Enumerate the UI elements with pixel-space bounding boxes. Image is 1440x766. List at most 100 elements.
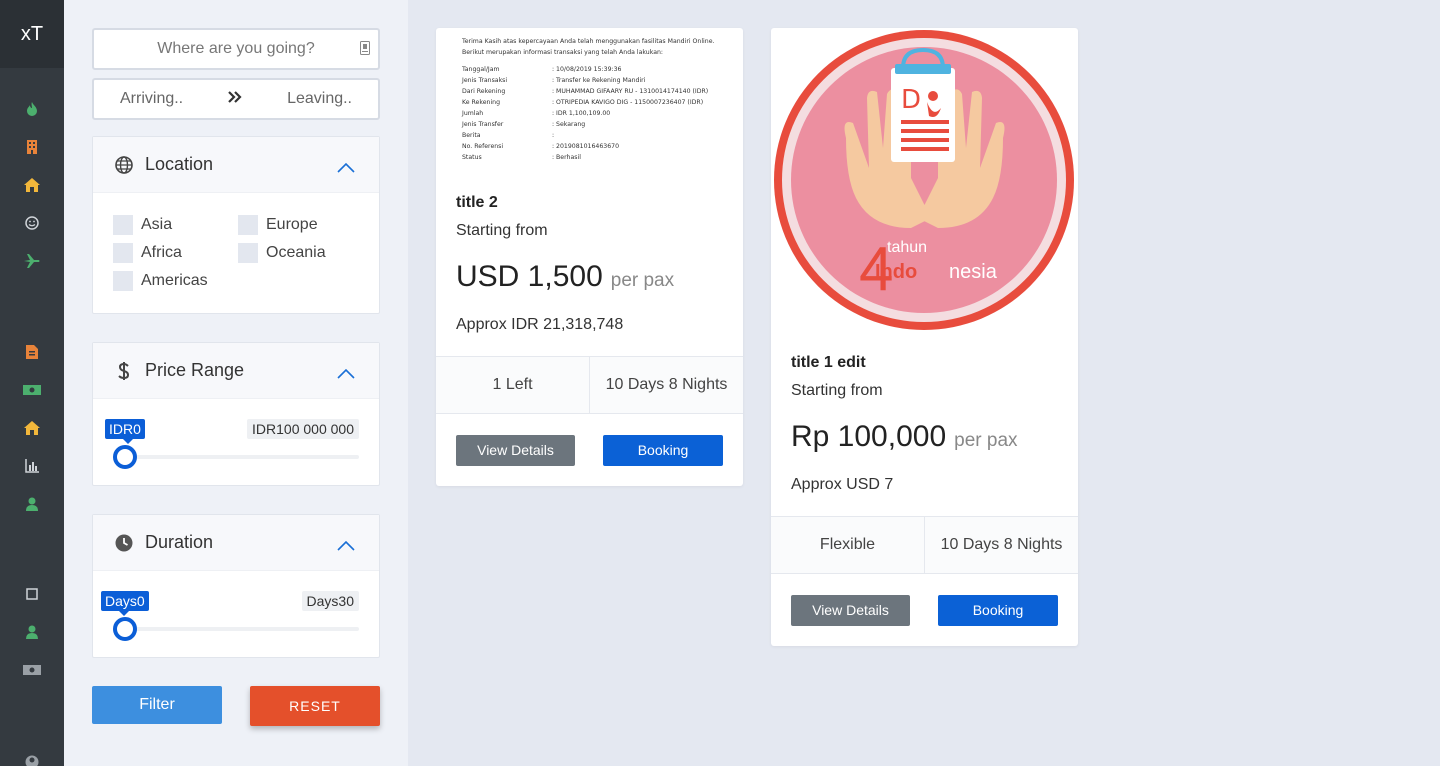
duration-header[interactable]: Duration [93,515,379,571]
plane-icon[interactable] [0,251,64,271]
user-icon[interactable] [0,622,64,642]
building-icon[interactable] [0,137,64,157]
package-meta: 1 Left 10 Days 8 Nights [436,356,743,414]
price-amount: Rp 100,000 [791,420,947,453]
filter-button[interactable]: Filter [92,686,222,724]
approx-price: Approx IDR 21,318,748 [456,316,624,333]
location-title: Location [145,154,214,174]
duration-filter: Duration Days0 Days30 [92,514,380,658]
region-list: Asia Europe Africa Oceania Americas [93,193,379,313]
region-checkbox-asia[interactable]: Asia [113,215,172,235]
price-max-label: IDR100 000 000 [247,419,359,439]
receipt-row: Jumlah: IDR 1,100,109.00 [462,110,611,117]
package-actions: View Details Booking [436,414,743,486]
price-slider-handle[interactable] [113,445,137,469]
leaving-field[interactable]: Leaving.. [287,90,352,108]
duration-slider-handle[interactable] [113,617,137,641]
fire-icon[interactable] [0,99,64,119]
package-meta: Flexible 10 Days 8 Nights [771,516,1078,574]
chevron-up-icon[interactable] [337,363,355,384]
globe-icon [115,155,133,174]
package-price: Rp 100,000 per pax [791,420,1058,454]
region-label: Americas [141,272,208,289]
receipt-row: Ke Rekening: OTRIPEDIA KAVIGO DIG - 1150… [462,99,704,106]
receipt-intro: Berikut merupakan informasi transaksi ya… [462,49,663,56]
duration-max-label: Days30 [301,591,359,611]
package-title[interactable]: title 2 [456,174,723,212]
receipt-row: Tanggal/Jam: 10/08/2019 15:39:36 [462,66,622,73]
home-icon[interactable] [0,418,64,438]
booking-button[interactable]: Booking [603,434,723,466]
receipt-intro: Terima Kasih atas kepercayaan Anda telah… [462,38,715,45]
money-bill-icon[interactable] [0,380,64,400]
checkbox[interactable] [238,215,258,235]
file-invoice-icon[interactable] [0,342,64,362]
price-min-label: IDR0 [105,419,145,444]
destination-search-input[interactable]: Where are you going? [92,28,380,70]
package-card: D 4 tahun Indo nesia title 1 edit Starti… [771,28,1078,646]
user-icon[interactable] [0,494,64,514]
search-placeholder: Where are you going? [157,40,315,57]
region-checkbox-africa[interactable]: Africa [113,243,182,263]
logo-word-indo: Indo [875,261,917,283]
dollar-icon [115,361,133,380]
chevron-up-icon[interactable] [337,535,355,556]
view-details-button[interactable]: View Details [456,434,575,466]
filter-panel: Where are you going? Arriving.. Leaving.… [64,0,408,766]
package-title[interactable]: title 1 edit [791,334,1058,372]
region-label: Europe [266,216,318,233]
price-amount: USD 1,500 [456,260,603,293]
receipt-content: Terima Kasih atas kepercayaan Anda telah… [462,36,714,163]
duration-slider-track[interactable] [119,627,359,631]
region-checkbox-oceania[interactable]: Oceania [238,243,326,263]
price-range-title: Price Range [145,360,245,380]
package-image-logo[interactable]: D 4 tahun Indo nesia [771,28,1078,334]
region-label: Africa [141,244,182,261]
calendar-icon[interactable] [360,41,370,60]
region-checkbox-europe[interactable]: Europe [238,215,318,235]
duration-slider[interactable]: Days0 Days30 [93,571,379,657]
anniversary-logo: D 4 tahun Indo nesia [774,30,1074,330]
price-slider[interactable]: IDR0 IDR100 000 000 [93,399,379,485]
brand-logo[interactable]: xT [0,0,64,68]
clock-icon [115,534,133,552]
square-icon[interactable] [0,584,64,604]
user-circle-icon[interactable] [0,752,64,766]
availability: 1 Left [436,357,590,413]
logo-word-nesia: nesia [949,261,998,283]
money-icon[interactable] [0,660,64,680]
package-body: title 2 Starting from USD 1,500 per pax … [436,174,743,334]
location-header[interactable]: Location [93,137,379,193]
price-unit: per pax [954,430,1018,451]
reset-button[interactable]: RESET [250,686,380,726]
checkbox[interactable] [113,215,133,235]
receipt-row: No. Referensi: 2019081016463670 [462,143,620,150]
arriving-field[interactable]: Arriving.. [120,90,183,108]
price-slider-track[interactable] [119,455,359,459]
view-details-button[interactable]: View Details [791,594,910,626]
availability: Flexible [771,517,925,573]
price-range-header[interactable]: Price Range [93,343,379,399]
package-card: Terima Kasih atas kepercayaan Anda telah… [436,28,743,486]
chevron-up-icon[interactable] [337,157,355,178]
price-unit: per pax [610,270,675,291]
booking-button[interactable]: Booking [938,594,1058,626]
package-image-receipt[interactable]: Terima Kasih atas kepercayaan Anda telah… [436,28,743,174]
double-chevron-right-icon [228,90,242,108]
approx-price: Approx USD 7 [791,476,894,493]
chart-bar-icon[interactable] [0,456,64,476]
package-duration: 10 Days 8 Nights [605,376,728,393]
region-label: Oceania [266,244,326,261]
receipt-row: Dari Rekening: MUHAMMAD GIFAARY RU - 131… [462,88,709,95]
smile-icon[interactable] [0,213,64,233]
location-filter: Location Asia Europe Africa Oceania Amer… [92,136,380,314]
date-range-input[interactable]: Arriving.. Leaving.. [92,78,380,120]
checkbox[interactable] [238,243,258,263]
checkbox[interactable] [113,243,133,263]
checkbox[interactable] [113,271,133,291]
receipt-row: Jenis Transaksi: Transfer ke Rekening Ma… [462,77,646,84]
duration-min-label: Days0 [101,591,149,616]
starting-from-label: Starting from [456,222,548,239]
home-icon[interactable] [0,175,64,195]
region-checkbox-americas[interactable]: Americas [113,271,208,291]
